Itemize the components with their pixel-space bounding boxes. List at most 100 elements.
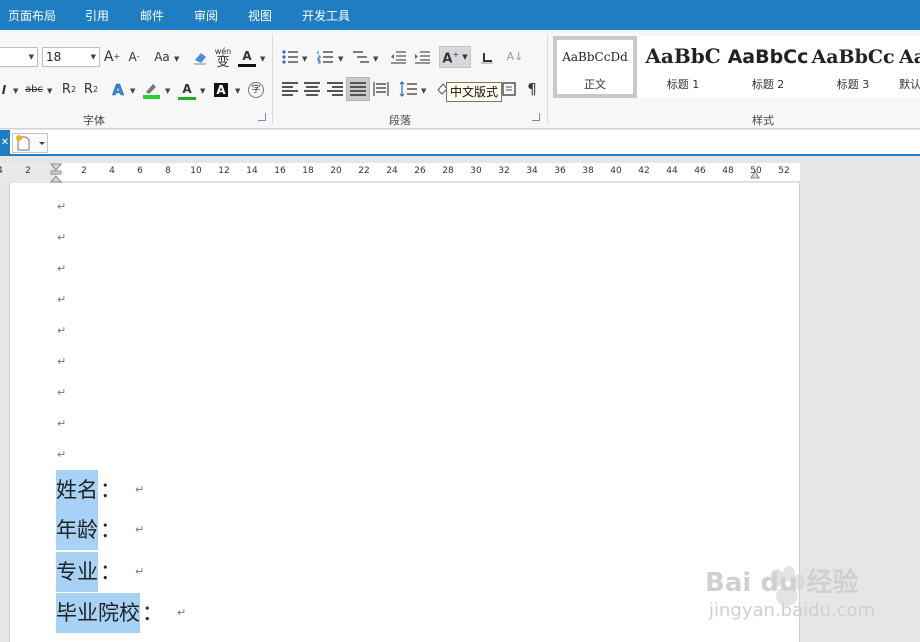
decrease-indent-button[interactable] (389, 47, 407, 67)
style-sample: AaBbCc (811, 46, 895, 68)
chevron-down-icon[interactable]: ▼ (235, 86, 240, 96)
ruler-tick-label: 34 (526, 166, 538, 176)
subscript-icon: R (61, 82, 71, 97)
italic-button[interactable]: I (0, 80, 8, 100)
text-effect-button[interactable]: A (109, 80, 127, 100)
selected-text: 专业 (56, 552, 98, 592)
align-left-button[interactable] (281, 79, 299, 99)
group-divider (547, 34, 548, 124)
subscript-button[interactable]: R2 (60, 80, 78, 100)
text-effect-icon: A (112, 81, 124, 100)
ruler-tick-label: 14 (246, 166, 258, 176)
ruler-tick-label: 4 (0, 166, 3, 176)
multilevel-list-button[interactable] (352, 47, 370, 67)
chevron-down-icon[interactable]: ▼ (165, 86, 170, 96)
superscript-button[interactable]: R2 (82, 80, 100, 100)
style-heading-3[interactable]: AaBbCc 标题 3 (811, 36, 895, 98)
chevron-down-icon[interactable]: ▼ (373, 54, 378, 64)
ruler-tick-label: 6 (137, 166, 143, 176)
font-color-button[interactable]: A (178, 80, 196, 100)
font-name-combo[interactable]: ▼ (0, 47, 38, 67)
chevron-down-icon[interactable]: ▼ (338, 54, 343, 64)
indent-marker-icon[interactable] (50, 163, 62, 183)
style-name: 标题 3 (836, 78, 870, 91)
char-border-button[interactable]: A (238, 47, 256, 67)
style-sample: AaBbCcDd (562, 50, 628, 64)
style-default[interactable]: Aa 默认 (896, 36, 920, 98)
chevron-down-icon[interactable]: ▼ (302, 54, 307, 64)
sort-button[interactable]: A↓ (505, 47, 525, 67)
menu-developer[interactable]: 开发工具 (302, 9, 350, 23)
align-right-button[interactable] (326, 79, 344, 99)
font-size-combo[interactable]: 18 ▼ (42, 47, 100, 67)
new-document-button[interactable] (12, 133, 48, 153)
close-icon[interactable]: ✕ (0, 130, 10, 156)
chinese-layout-icon: A+ (442, 49, 460, 67)
horizontal-ruler[interactable]: 4224681012141618202224262830323436384042… (0, 163, 800, 183)
ruler-tick-label: 16 (274, 166, 286, 176)
chevron-down-icon[interactable]: ▼ (174, 54, 179, 64)
font-dialog-launcher-icon[interactable] (258, 113, 266, 121)
chevron-down-icon[interactable]: ▼ (47, 86, 52, 96)
align-center-icon (304, 82, 320, 96)
increase-indent-button[interactable] (413, 47, 431, 67)
menu-references[interactable]: 引用 (85, 9, 109, 23)
phonetic-guide-button[interactable]: wén 变 (213, 44, 233, 70)
char-shading-button[interactable]: A (212, 80, 230, 100)
field-colon: ： (142, 601, 163, 625)
shrink-font-button[interactable]: A- (125, 47, 143, 67)
ruler-tick-label: 46 (694, 166, 706, 176)
field-name[interactable]: 姓名： ↵ (56, 470, 144, 510)
pilcrow-icon: ¶ (527, 80, 537, 98)
justify-button[interactable] (346, 77, 370, 101)
field-major[interactable]: 专业： ↵ (56, 552, 144, 592)
quick-toolbar: ✕ (0, 130, 920, 156)
font-color-icon: A (182, 81, 192, 96)
line-spacing-button[interactable] (398, 79, 418, 99)
style-heading-2[interactable]: AaBbCc 标题 2 (726, 36, 810, 98)
show-marks-button[interactable]: ¶ (524, 79, 540, 99)
chevron-down-icon[interactable]: ▼ (200, 86, 205, 96)
line-spacing-tab-button[interactable] (478, 47, 496, 67)
ruler-tick-label: 2 (25, 166, 31, 176)
chevron-down-icon[interactable]: ▼ (421, 86, 426, 96)
char-shading-icon: A (214, 83, 228, 97)
borders-button[interactable] (500, 79, 518, 99)
paragraph-mark: ↵ (135, 523, 145, 536)
enclose-char-button[interactable]: 字 (247, 80, 265, 100)
change-case-button[interactable]: Aa (151, 47, 173, 67)
clear-format-button[interactable] (191, 47, 209, 67)
paragraph-group-label: 段落 (389, 114, 411, 127)
align-center-button[interactable] (303, 79, 321, 99)
numbering-button[interactable] (316, 47, 334, 67)
distribute-button[interactable] (372, 79, 390, 99)
grow-font-button[interactable]: A + (103, 47, 121, 67)
style-name: 标题 2 (751, 78, 785, 91)
chevron-down-icon[interactable]: ▼ (13, 86, 18, 96)
style-heading-1[interactable]: AaBbC 标题 1 (641, 36, 725, 98)
ruler-tick-label: 36 (554, 166, 566, 176)
ruler-tick-label: 24 (386, 166, 398, 176)
style-normal[interactable]: AaBbCcDd 正文 (553, 36, 637, 98)
chevron-down-icon[interactable]: ▼ (260, 54, 265, 64)
chevron-down-icon: ▼ (90, 53, 96, 61)
font-size-value: 18 (46, 50, 62, 64)
field-school[interactable]: 毕业院校： ↵ (56, 593, 186, 633)
menu-mailings[interactable]: 邮件 (140, 9, 164, 23)
highlight-button[interactable] (141, 80, 161, 100)
selected-text: 毕业院校 (56, 593, 140, 633)
paragraph-dialog-launcher-icon[interactable] (532, 113, 540, 121)
menu-bar: 页面布局 引用 邮件 审阅 视图 开发工具 (0, 0, 920, 30)
menu-review[interactable]: 审阅 (194, 9, 218, 23)
phonetic-guide-icon: 变 (216, 55, 230, 70)
bullets-button[interactable] (281, 47, 299, 67)
menu-page-layout[interactable]: 页面布局 (8, 9, 56, 23)
strikethrough-button[interactable]: abc (24, 80, 44, 100)
paragraph-mark: ↵ (57, 417, 67, 430)
bullet-list-icon (282, 50, 298, 64)
field-age[interactable]: 年龄： ↵ (56, 510, 144, 550)
menu-view[interactable]: 视图 (248, 9, 272, 23)
ruler-tick-label: 18 (302, 166, 314, 176)
chevron-down-icon[interactable]: ▼ (130, 86, 135, 96)
chinese-layout-button[interactable]: A+ ▼ (439, 46, 471, 68)
